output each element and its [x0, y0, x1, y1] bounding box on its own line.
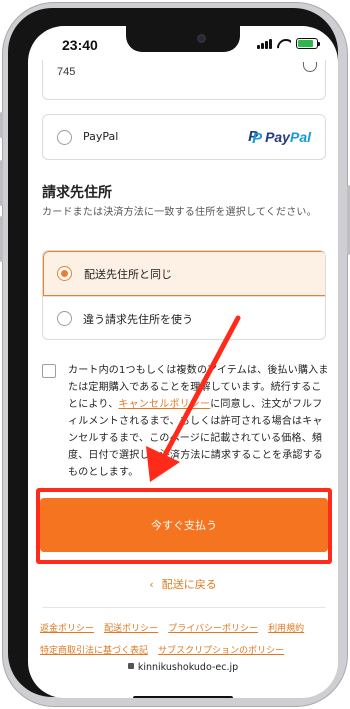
- different-address-label: 違う請求先住所を使う: [83, 313, 193, 326]
- paypal-logo-text: PayPal: [265, 129, 311, 145]
- payment-option-paypal[interactable]: PayPal P P PayPal: [42, 114, 326, 160]
- address-field-value: 745: [57, 66, 76, 78]
- paypal-label: PayPal: [83, 130, 119, 143]
- billing-option-different-address[interactable]: 違う請求先住所を使う: [43, 296, 325, 339]
- terms-of-service-link[interactable]: 利用規約: [268, 624, 304, 634]
- notch: [126, 26, 240, 52]
- back-to-shipping-label: 配送に戻る: [161, 578, 217, 591]
- consent-text-after: に同意し、注文がフルフィルメントされるまで、もしくは許可される場合はキャンセルす…: [68, 399, 323, 478]
- same-address-radio[interactable]: [57, 266, 72, 281]
- subscription-policy-link[interactable]: サブスクリプションのポリシー: [158, 646, 284, 656]
- phone-bezel: 23:40 745 PayPal P P PayPal 請求先住所 カードまたは…: [8, 8, 338, 698]
- footer-divider: [42, 607, 326, 608]
- paypal-radio[interactable]: [57, 130, 72, 145]
- billing-option-same-as-shipping[interactable]: 配送先住所と同じ: [43, 251, 325, 296]
- chevron-left-icon: ‹: [149, 578, 154, 591]
- refund-policy-link[interactable]: 返金ポリシー: [40, 624, 94, 634]
- wifi-icon: [277, 39, 291, 49]
- browser-url-bar[interactable]: kinnikushokudo-ec.jp: [28, 662, 338, 673]
- battery-icon: [296, 38, 320, 49]
- privacy-policy-link[interactable]: プライバシーポリシー: [168, 624, 258, 634]
- url-domain: kinnikushokudo-ec.jp: [137, 662, 239, 673]
- camera-icon: [197, 34, 206, 43]
- legal-notice-link[interactable]: 特定商取引法に基づく表記: [40, 646, 148, 656]
- cancellation-policy-link[interactable]: キャンセルポリシー: [118, 399, 210, 410]
- cellular-signal-icon: [257, 38, 272, 49]
- volume-down-button: [0, 216, 3, 262]
- paypal-logo: P P PayPal: [248, 128, 311, 147]
- screenshot-stage: 23:40 745 PayPal P P PayPal 請求先住所 カードまたは…: [0, 0, 350, 709]
- status-icons: [257, 38, 320, 49]
- lock-icon: [127, 663, 134, 669]
- footer-links: 返金ポリシー 配送ポリシー プライバシーポリシー 利用規約 特定商取引法に基づく…: [40, 616, 332, 660]
- billing-address-options: 配送先住所と同じ 違う請求先住所を使う: [42, 250, 326, 340]
- consent-checkbox[interactable]: [42, 364, 56, 378]
- billing-address-description: カードまたは決済方法に一致する住所を選択してください。: [42, 207, 317, 218]
- address-field-partial[interactable]: 745: [42, 60, 326, 100]
- phone-screen: 23:40 745 PayPal P P PayPal 請求先住所 カードまたは…: [28, 26, 338, 698]
- volume-up-button: [0, 160, 3, 206]
- different-address-radio[interactable]: [57, 311, 72, 326]
- silent-switch: [0, 112, 3, 138]
- home-indicator: [133, 696, 233, 698]
- shipping-policy-link[interactable]: 配送ポリシー: [104, 624, 158, 634]
- paypal-mark-icon: P P: [248, 128, 263, 147]
- billing-address-title: 請求先住所: [42, 185, 112, 201]
- dropdown-icon: [303, 62, 317, 72]
- back-to-shipping-link[interactable]: ‹ 配送に戻る: [28, 576, 338, 592]
- same-address-label: 配送先住所と同じ: [84, 268, 172, 281]
- consent-text: カート内の1つもしくは複数のアイテムは、後払い購入または定期購入であることを理解…: [68, 362, 330, 481]
- pay-now-button[interactable]: 今すぐ支払う: [40, 498, 328, 552]
- status-time: 23:40: [62, 37, 98, 53]
